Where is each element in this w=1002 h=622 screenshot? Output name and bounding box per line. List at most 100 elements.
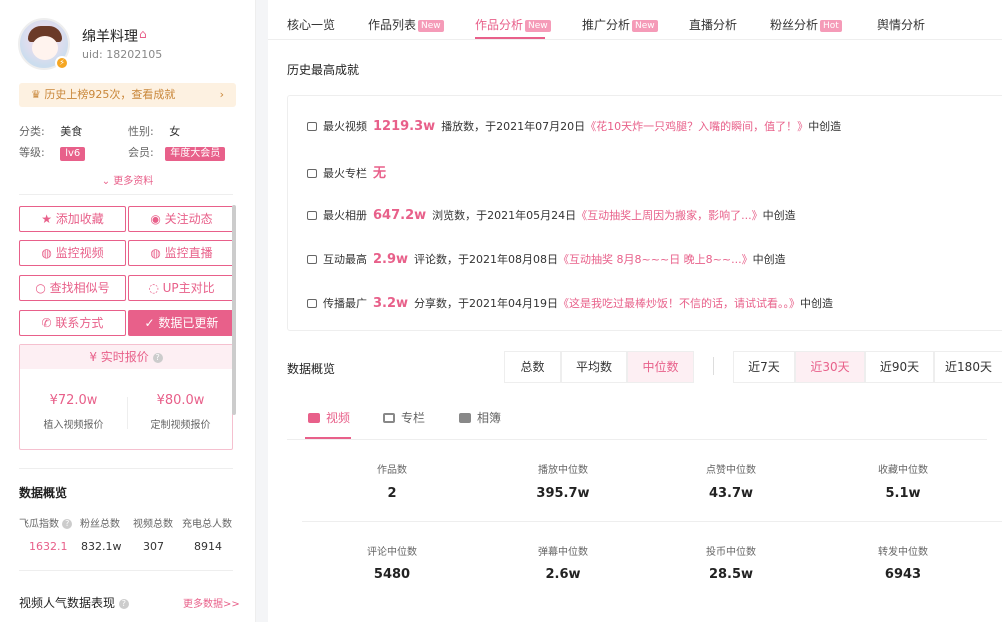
row-label: 最火相册: [323, 209, 367, 222]
row-value: 无: [373, 166, 387, 181]
check-icon: ✓: [144, 316, 159, 330]
row-link[interactable]: 《互动抽奖 8月8~~~日 晚上8~~...》: [558, 253, 753, 266]
add-favorite-button[interactable]: ★ 添加收藏: [19, 206, 126, 232]
overview-header: 视频总数: [133, 519, 173, 530]
main-panel: 核心一览 作品列表 New 作品分析 New 推广分析 New 直播分析 粉丝分析 Ho…: [268, 0, 1002, 622]
sidebar: ⚡ 绵羊料理 ⌂ uid: 18202105 ♛ 历史上榜925次，查看成就 ›…: [0, 0, 256, 622]
row-label: 最火专栏: [323, 167, 367, 180]
data-updated-button[interactable]: ✓ 数据已更新: [128, 310, 235, 336]
tab-label: 作品列表: [368, 18, 417, 32]
column-icon: [307, 169, 317, 178]
mode-total[interactable]: 总数: [504, 351, 561, 383]
history-row: 最火相册 647.2w 浏览数，于2021年05月24日《互动抽奖上周因为搬家，影响…: [307, 207, 796, 223]
tab-works-list[interactable]: 作品列表 New: [368, 16, 444, 33]
row-suffix: 中创造: [808, 120, 842, 133]
metric-label: 弹幕中位数: [538, 547, 588, 558]
tab-live-analysis[interactable]: 直播分析: [689, 16, 737, 33]
more-info-link[interactable]: ⌄ 更多资料: [0, 172, 255, 187]
tab-works-analysis[interactable]: 作品分析 New: [475, 16, 551, 33]
metric-label: 点赞中位数: [706, 465, 756, 476]
tab-core[interactable]: 核心一览: [287, 16, 335, 33]
category-value: 美食: [60, 125, 83, 138]
follow-label: 关注动态: [164, 212, 213, 226]
search-icon: ○: [35, 281, 50, 295]
row-value: 647.2w: [373, 208, 427, 223]
new-badge: New: [632, 20, 658, 32]
row-text: 播放数，于2021年07月20日: [441, 120, 586, 133]
history-row: 互动最高 2.9w 评论数，于2021年08月08日《互动抽奖 8月8~~~日 晚上…: [307, 251, 786, 267]
avatar-face: [32, 36, 58, 60]
home-icon[interactable]: ⌂: [139, 27, 147, 41]
monitor-live-label: 监控直播: [164, 246, 213, 260]
divider: [19, 194, 233, 195]
overview-header: 粉丝总数: [80, 519, 120, 530]
tab-fans-analysis[interactable]: 粉丝分析 Hot: [770, 16, 842, 33]
user-id: uid: 18202105: [82, 48, 163, 61]
content-tab-album[interactable]: 相簿: [459, 409, 501, 426]
compare-icon: ◌: [148, 281, 163, 295]
rank-text: 历史上榜925次，查看成就: [44, 88, 176, 101]
metric-value: 5.1w: [885, 486, 921, 501]
price-title: 实时报价: [100, 350, 149, 364]
content-tab-divider: [287, 439, 987, 440]
find-similar-button[interactable]: ○ 查找相似号: [19, 275, 126, 301]
share-icon: [307, 299, 317, 308]
range-30d[interactable]: 近30天: [795, 351, 865, 383]
content-tab-video[interactable]: 视频: [308, 409, 350, 426]
metric-divider: [302, 521, 1002, 522]
album-icon: [307, 211, 317, 220]
monitor-live-button[interactable]: ◍ 监控直播: [128, 240, 235, 266]
range-7d[interactable]: 近7天: [733, 351, 795, 383]
row-value: 3.2w: [373, 296, 409, 311]
follow-button[interactable]: ◉ 关注动态: [128, 206, 235, 232]
overview-value: 1632.1: [29, 540, 68, 553]
more-data-link[interactable]: 更多数据>>: [183, 595, 240, 610]
row-suffix: 中创造: [800, 297, 834, 310]
range-90d[interactable]: 近90天: [865, 351, 934, 383]
monitor-video-button[interactable]: ◍ 监控视频: [19, 240, 126, 266]
find-similar-label: 查找相似号: [49, 281, 110, 295]
price-header: ¥ 实时报价 ?: [20, 345, 232, 369]
data-overview-title: 数据概览: [287, 362, 336, 376]
history-row: 最火视频 1219.3w 播放数，于2021年07月20日《花10天炸一只鸡腿？入嘴…: [307, 118, 841, 134]
contact-button[interactable]: ✆ 联系方式: [19, 310, 126, 336]
rank-history-bar[interactable]: ♛ 历史上榜925次，查看成就 ›: [19, 83, 236, 107]
tab-label: 舆情分析: [877, 18, 926, 32]
custom-price-label: 定制视频报价: [150, 420, 211, 431]
row-link[interactable]: 《花10天炸一只鸡腿？入嘴的瞬间，值了！》: [585, 120, 808, 133]
comment-icon: [307, 255, 317, 264]
tab-promo-analysis[interactable]: 推广分析 New: [582, 16, 658, 33]
contact-label: 联系方式: [55, 316, 104, 330]
mode-average[interactable]: 平均数: [561, 351, 627, 383]
level-label: 等级:: [19, 146, 45, 159]
level-badge: lv6: [60, 147, 86, 161]
tab-divider: [268, 39, 1002, 40]
content-tab-column[interactable]: 专栏: [383, 409, 425, 426]
compare-up-button[interactable]: ◌ UP主对比: [128, 275, 235, 301]
compare-up-label: UP主对比: [162, 281, 215, 295]
star-icon: ★: [41, 212, 56, 226]
metric-label: 作品数: [377, 465, 407, 476]
new-badge: New: [525, 20, 551, 32]
content-tab-label: 专栏: [401, 411, 426, 425]
content-tab-label: 相簿: [477, 411, 502, 425]
implant-price-label: 植入视频报价: [43, 420, 104, 431]
content-tab-label: 视频: [326, 411, 351, 425]
help-icon[interactable]: ?: [118, 599, 129, 609]
tab-label: 粉丝分析: [770, 18, 819, 32]
row-suffix: 中创造: [752, 253, 786, 266]
metric-value: 2.6w: [545, 567, 581, 582]
mode-median[interactable]: 中位数: [627, 351, 694, 383]
row-link[interactable]: 《这是我吃过最棒炒饭！不信的话，请试试看。。》: [558, 297, 800, 310]
more-info-label: 更多资料: [113, 176, 154, 187]
help-icon[interactable]: ?: [152, 353, 163, 363]
row-text: 分享数，于2021年04月19日: [414, 297, 559, 310]
help-icon[interactable]: ?: [62, 519, 73, 529]
member-badge: 年度大会员: [165, 147, 226, 161]
member-row: 会员: 年度大会员: [128, 144, 226, 161]
row-link[interactable]: 《互动抽奖上周因为搬家，影响了...》: [576, 209, 763, 222]
gender-value: 女: [169, 125, 181, 138]
tab-opinion-analysis[interactable]: 舆情分析: [877, 16, 925, 33]
range-180d[interactable]: 近180天: [934, 351, 1002, 383]
sidebar-scrollbar[interactable]: [232, 205, 236, 415]
